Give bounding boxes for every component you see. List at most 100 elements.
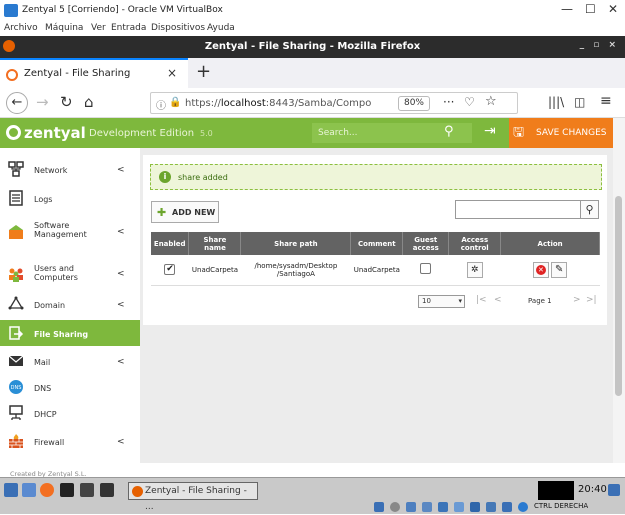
chevron-left-icon: < — [117, 357, 125, 367]
close-button[interactable]: ✕ — [608, 2, 618, 16]
sidebar: Network < Logs Software Management < Use… — [0, 148, 140, 463]
software-package-icon — [9, 225, 23, 239]
sidebar-item-label: Network — [34, 166, 68, 175]
first-page-button[interactable]: |< — [476, 295, 487, 305]
last-page-button[interactable]: >| — [586, 295, 597, 305]
menu-ver[interactable]: Ver — [91, 23, 106, 33]
file-manager-launcher-icon[interactable] — [80, 483, 94, 497]
add-new-button[interactable]: ✚ ADD NEW — [151, 201, 219, 223]
page-scrollbar[interactable] — [613, 118, 625, 463]
terminal-launcher-icon[interactable] — [60, 483, 74, 497]
sidebar-toggle-icon[interactable]: ◫ — [574, 95, 585, 109]
tray-usb-icon[interactable] — [438, 502, 448, 512]
search-icon[interactable]: ⚲ — [444, 124, 454, 139]
edit-button[interactable]: ✎ — [551, 261, 568, 278]
new-tab-button[interactable]: + — [196, 61, 211, 82]
tray-mouse-integration-icon[interactable] — [518, 502, 528, 512]
shares-panel: i share added ✚ ADD NEW ⚲ Enabled Share … — [143, 155, 607, 325]
app-launcher-icon[interactable] — [100, 483, 114, 497]
domain-icon — [8, 296, 24, 310]
sidebar-item-label: File Sharing — [34, 330, 89, 339]
table-search-input[interactable] — [455, 200, 581, 219]
tray-audio-icon[interactable] — [406, 502, 416, 512]
info-icon: i — [159, 171, 171, 183]
sidebar-item-label: Users and Computers — [34, 264, 78, 282]
home-button[interactable]: ⌂ — [84, 93, 94, 111]
hamburger-menu-icon[interactable]: ≡ — [600, 93, 612, 109]
sidebar-item-users-and-computers[interactable]: Users and Computers < — [0, 258, 140, 290]
column-header-guest-access: Guest access — [402, 232, 450, 255]
notice-text: share added — [178, 173, 228, 182]
navigation-bar: ← → ↻ ⌂ ⓘ 🔒 https://localhost:8443/Samba… — [0, 88, 625, 118]
tray-disk-icon[interactable] — [374, 502, 384, 512]
pocket-icon[interactable]: ♡ — [464, 95, 475, 109]
success-notice: i share added — [150, 164, 602, 190]
reload-button[interactable]: ↻ — [60, 93, 73, 111]
menu-entrada[interactable]: Entrada — [111, 23, 146, 33]
logout-icon[interactable]: ⇥ — [484, 123, 496, 139]
sidebar-item-dhcp[interactable]: DHCP — [0, 400, 140, 426]
tab-close-button[interactable]: × — [167, 66, 177, 80]
scrollbar-thumb[interactable] — [615, 196, 622, 396]
zentyal-logo[interactable]: zentyal — [6, 124, 86, 142]
menu-maquina[interactable]: Máquina — [45, 23, 83, 33]
sidebar-item-software-management[interactable]: Software Management < — [0, 216, 140, 248]
show-desktop-icon[interactable] — [22, 483, 36, 497]
virtualbox-menubar: Archivo Máquina Ver Entrada Dispositivos… — [0, 22, 625, 36]
taskbar-firefox-window[interactable]: Zentyal - File Sharing - ... — [128, 482, 258, 512]
forward-button[interactable]: → — [36, 93, 49, 111]
enabled-cell: ✔ — [151, 255, 189, 286]
menu-dispositivos[interactable]: Dispositivos — [151, 23, 205, 33]
sidebar-item-label: Software Management — [34, 221, 87, 239]
sidebar-item-mail[interactable]: Mail < — [0, 348, 140, 374]
url-text: https://localhost:8443/Samba/Compo — [185, 98, 372, 109]
enabled-checkbox[interactable]: ✔ — [164, 264, 176, 276]
sidebar-item-label: Logs — [34, 195, 53, 204]
firefox-launcher-icon[interactable] — [40, 483, 54, 497]
tray-shared-folder-icon[interactable] — [454, 502, 464, 512]
library-icon[interactable]: |||\ — [548, 95, 564, 109]
table-search-button[interactable]: ⚲ — [580, 200, 599, 219]
host-key-label: CTRL DERECHA — [534, 502, 589, 510]
pencil-icon: ✎ — [555, 263, 564, 275]
taskbar-black-widget — [538, 481, 574, 500]
sidebar-item-network[interactable]: Network < — [0, 156, 140, 182]
prev-page-button[interactable]: < — [494, 295, 502, 305]
bookmark-star-icon[interactable]: ☆ — [485, 94, 497, 109]
tray-display-icon[interactable] — [470, 502, 480, 512]
save-changes-button[interactable]: 🖫 SAVE CHANGES — [509, 118, 613, 148]
edition-label: Development Edition — [89, 128, 195, 139]
sidebar-item-firewall[interactable]: Firewall < — [0, 428, 140, 454]
sidebar-item-domain[interactable]: Domain < — [0, 291, 140, 317]
sidebar-item-dns[interactable]: DNS DNS — [0, 374, 140, 400]
zoom-indicator[interactable]: 80% — [398, 96, 430, 111]
url-bar[interactable]: ⓘ 🔒 https://localhost:8443/Samba/Compo 8… — [150, 92, 518, 114]
menu-archivo[interactable]: Archivo — [4, 23, 38, 33]
minimize-button[interactable]: — — [561, 2, 573, 16]
file-sharing-icon — [9, 326, 24, 340]
sidebar-item-logs[interactable]: Logs — [0, 185, 140, 211]
notification-icon[interactable] — [608, 484, 620, 496]
guest-access-checkbox[interactable] — [420, 263, 432, 275]
back-button[interactable]: ← — [6, 92, 28, 114]
guest-taskbar: Zentyal - File Sharing - ... 20:40 CTRL … — [0, 477, 625, 514]
page-size-select[interactable]: 10 ▾ — [418, 295, 465, 308]
firefox-window-controls[interactable]: _ ▫ × — [580, 40, 619, 50]
tray-optical-icon[interactable] — [390, 502, 400, 512]
next-page-button[interactable]: > — [573, 295, 581, 305]
delete-button[interactable]: ✕ — [532, 261, 549, 278]
sidebar-item-file-sharing[interactable]: File Sharing — [0, 320, 140, 346]
menu-ayuda[interactable]: Ayuda — [207, 23, 235, 33]
lock-warning-icon[interactable]: 🔒 — [169, 97, 181, 108]
zentyal-header: zentyal Development Edition 5.0 Search..… — [0, 118, 613, 148]
tray-recording-icon[interactable] — [486, 502, 496, 512]
mail-icon — [8, 355, 24, 366]
info-icon[interactable]: ⓘ — [156, 97, 166, 112]
tab-file-sharing[interactable]: Zentyal - File Sharing × — [0, 58, 188, 88]
access-control-button[interactable]: ✲ — [466, 261, 483, 278]
maximize-button[interactable]: ☐ — [585, 2, 596, 16]
start-menu-icon[interactable] — [4, 483, 18, 497]
tray-network-icon[interactable] — [422, 502, 432, 512]
tray-cpu-icon[interactable] — [502, 502, 512, 512]
page-actions-button[interactable]: ··· — [443, 95, 454, 109]
